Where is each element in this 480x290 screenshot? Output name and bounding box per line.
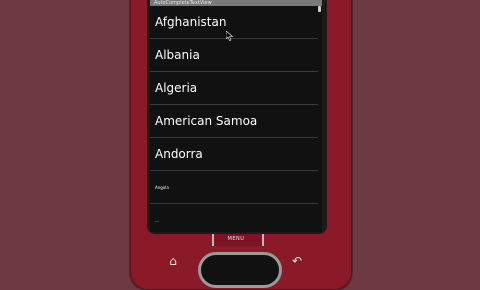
list-item[interactable]: Algeria [150,72,318,105]
scrollbar[interactable] [318,6,321,12]
back-icon[interactable]: ↶ [290,254,304,268]
list-item[interactable]: Afghanistan [150,6,318,39]
mouse-cursor-icon [226,31,234,41]
list-item[interactable]: Andorra [150,138,318,171]
country-list[interactable]: Afghanistan Albania Algeria American Sam… [150,6,318,232]
list-item[interactable]: American Samoa [150,105,318,138]
list-item[interactable]: Angola [150,171,318,204]
screen: AutoCompleteTextView Afghanistan Albania… [150,0,322,232]
menu-button-label: MENU [227,236,245,242]
list-item[interactable]: ... [150,204,318,232]
trackball[interactable] [198,252,282,288]
list-item[interactable]: Albania [150,39,318,72]
home-icon[interactable]: ⌂ [166,254,180,268]
